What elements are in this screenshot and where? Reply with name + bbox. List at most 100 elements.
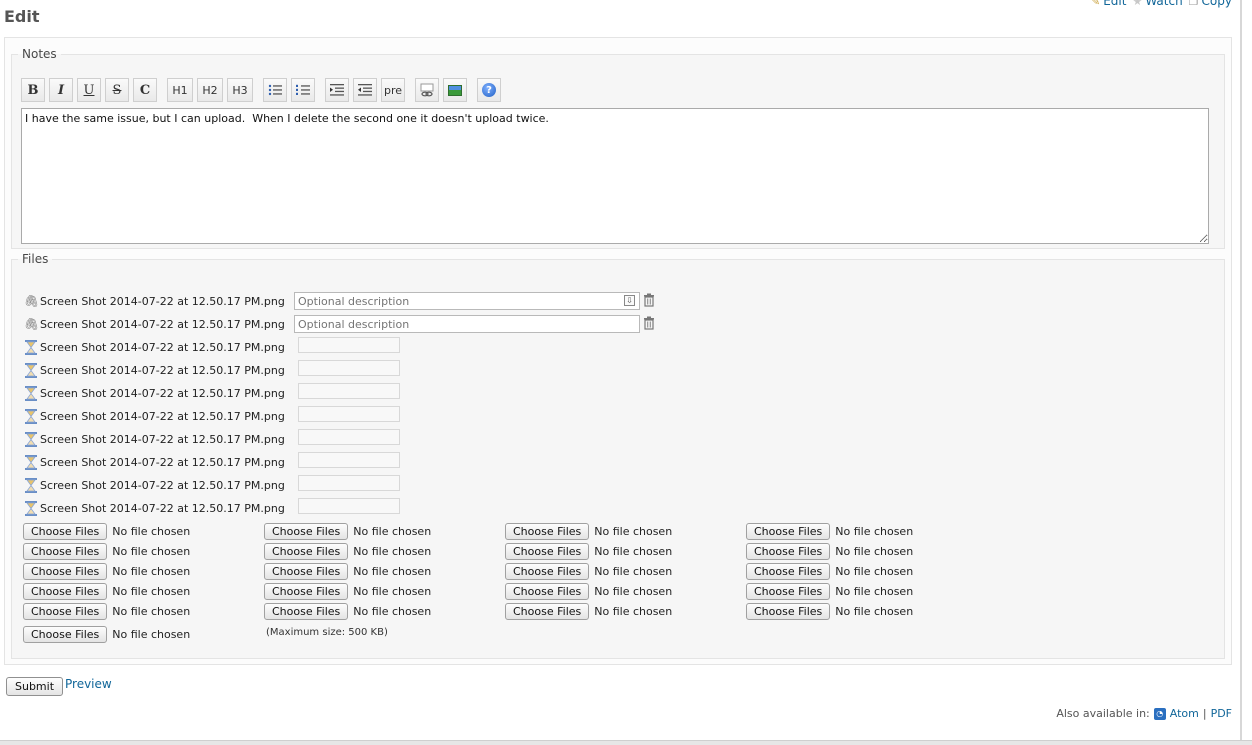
file-input: Choose Files No file chosen — [23, 562, 190, 580]
underline-button[interactable]: U — [77, 78, 101, 102]
no-file-chosen-label: No file chosen — [112, 604, 191, 618]
choose-files-button[interactable]: Choose Files — [23, 625, 108, 643]
attachment-filename: Screen Shot 2014-07-22 at 12.50.17 PM.pn… — [40, 386, 285, 400]
hourglass-icon — [24, 339, 38, 355]
outdent-icon — [358, 84, 372, 96]
attachment-description-input[interactable] — [294, 292, 640, 310]
heading-1-button[interactable]: H1 — [167, 78, 193, 102]
choose-files-button[interactable]: Choose Files — [505, 522, 590, 540]
choose-files-button[interactable]: Choose Files — [23, 582, 108, 600]
watch-link[interactable]: ★ Watch — [1132, 0, 1182, 8]
choose-files-button[interactable]: Choose Files — [23, 602, 108, 620]
file-input: Choose Files No file chosen — [23, 625, 190, 643]
no-file-chosen-label: No file chosen — [112, 627, 191, 641]
notes-legend: Notes — [22, 47, 57, 61]
wiki-link-button[interactable] — [415, 78, 439, 102]
attachment-row: Screen Shot 2014-07-22 at 12.50.17 PM.pn… — [24, 499, 285, 517]
strikethrough-button[interactable]: S — [105, 78, 129, 102]
choose-files-button[interactable]: Choose Files — [264, 522, 349, 540]
attachment-row: Screen Shot 2014-07-22 at 12.50.17 PM.pn… — [24, 476, 285, 494]
no-file-chosen-label: No file chosen — [835, 604, 914, 618]
feed-icon: ◔ — [1153, 707, 1166, 720]
file-input: Choose Files No file chosen — [505, 562, 672, 580]
submit-button[interactable]: Submit — [6, 677, 64, 696]
hourglass-icon — [24, 431, 38, 447]
choose-files-button[interactable]: Choose Files — [264, 562, 349, 580]
copy-link[interactable]: ❐ Copy — [1189, 0, 1232, 8]
choose-files-button[interactable]: Choose Files — [23, 562, 108, 580]
choose-files-button[interactable]: Choose Files — [505, 562, 590, 580]
unordered-list-button[interactable] — [263, 78, 287, 102]
trash-icon[interactable] — [643, 293, 655, 307]
inline-code-button[interactable]: C — [133, 78, 157, 102]
files-legend: Files — [22, 252, 49, 266]
edit-link-label: Edit — [1103, 0, 1127, 8]
hourglass-icon — [24, 362, 38, 378]
preview-link[interactable]: Preview — [65, 677, 112, 691]
choose-files-button[interactable]: Choose Files — [505, 602, 590, 620]
attachment-filename: Screen Shot 2014-07-22 at 12.50.17 PM.pn… — [40, 294, 285, 308]
choose-files-button[interactable]: Choose Files — [746, 582, 831, 600]
heading-2-button[interactable]: H2 — [197, 78, 223, 102]
choose-files-button[interactable]: Choose Files — [264, 582, 349, 600]
upload-progress-field — [298, 429, 400, 445]
hourglass-icon — [24, 500, 38, 516]
ordered-list-button[interactable] — [291, 78, 315, 102]
upload-progress-field — [298, 452, 400, 468]
atom-link[interactable]: Atom — [1170, 707, 1199, 720]
upload-progress-field — [298, 498, 400, 514]
italic-button[interactable]: I — [49, 78, 73, 102]
choose-files-button[interactable]: Choose Files — [505, 542, 590, 560]
indent-button[interactable] — [325, 78, 349, 102]
choose-files-button[interactable]: Choose Files — [23, 542, 108, 560]
image-icon — [448, 84, 462, 96]
attachment-description-input[interactable] — [294, 315, 640, 333]
also-available-label: Also available in: — [1056, 707, 1150, 720]
heading-3-button[interactable]: H3 — [227, 78, 253, 102]
no-file-chosen-label: No file chosen — [594, 584, 673, 598]
attachment-row: 🖇 Screen Shot 2014-07-22 at 12.50.17 PM.p… — [24, 315, 285, 333]
trash-icon[interactable] — [643, 316, 655, 330]
attachment-row: Screen Shot 2014-07-22 at 12.50.17 PM.pn… — [24, 430, 285, 448]
star-icon: ★ — [1132, 0, 1143, 8]
choose-files-button[interactable]: Choose Files — [746, 542, 831, 560]
no-file-chosen-label: No file chosen — [112, 524, 191, 538]
file-input: Choose Files No file chosen — [264, 582, 431, 600]
choose-files-button[interactable]: Choose Files — [505, 582, 590, 600]
indent-icon — [330, 84, 344, 96]
edit-link[interactable]: ✎ Edit — [1091, 0, 1126, 8]
attachment-row: Screen Shot 2014-07-22 at 12.50.17 PM.pn… — [24, 361, 285, 379]
attachment-filename: Screen Shot 2014-07-22 at 12.50.17 PM.pn… — [40, 432, 285, 446]
bold-button[interactable]: B — [21, 78, 45, 102]
autofill-icon[interactable]: ⇩ — [624, 295, 635, 306]
file-input: Choose Files No file chosen — [264, 522, 431, 540]
file-input: Choose Files No file chosen — [746, 522, 913, 540]
no-file-chosen-label: No file chosen — [594, 604, 673, 618]
outdent-button[interactable] — [353, 78, 377, 102]
file-input: Choose Files No file chosen — [505, 522, 672, 540]
image-button[interactable] — [443, 78, 467, 102]
choose-files-button[interactable]: Choose Files — [746, 562, 831, 580]
choose-files-button[interactable]: Choose Files — [746, 522, 831, 540]
choose-files-button[interactable]: Choose Files — [746, 602, 831, 620]
file-input: Choose Files No file chosen — [746, 542, 913, 560]
choose-files-button[interactable]: Choose Files — [23, 522, 108, 540]
paperclip-icon: 🖇 — [24, 294, 40, 308]
also-available: Also available in: ◔ Atom | PDF — [1056, 707, 1232, 720]
files-fieldset: Files 🖇 Screen Shot 2014-07-22 at 12.50.1… — [11, 252, 1225, 659]
choose-files-button[interactable]: Choose Files — [264, 542, 349, 560]
file-input: Choose Files No file chosen — [505, 542, 672, 560]
choose-files-button[interactable]: Choose Files — [264, 602, 349, 620]
upload-progress-field — [298, 337, 400, 353]
no-file-chosen-label: No file chosen — [353, 604, 432, 618]
attachment-row: Screen Shot 2014-07-22 at 12.50.17 PM.pn… — [24, 384, 285, 402]
pdf-link[interactable]: PDF — [1211, 707, 1232, 720]
preformatted-button[interactable]: pre — [381, 78, 405, 102]
no-file-chosen-label: No file chosen — [112, 544, 191, 558]
upload-progress-field — [298, 360, 400, 376]
help-button[interactable]: ? — [477, 78, 501, 102]
hourglass-icon — [24, 385, 38, 401]
notes-textarea[interactable] — [21, 108, 1209, 244]
attachment-filename: Screen Shot 2014-07-22 at 12.50.17 PM.pn… — [40, 340, 285, 354]
no-file-chosen-label: No file chosen — [594, 544, 673, 558]
